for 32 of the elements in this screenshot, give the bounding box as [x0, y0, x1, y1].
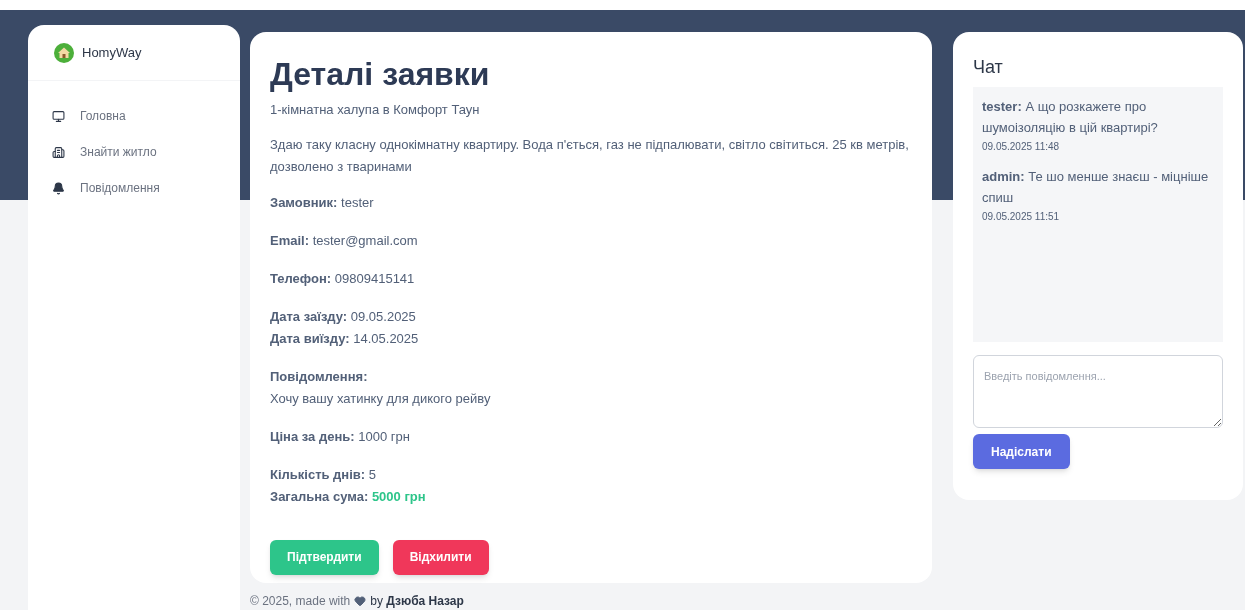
field-row-text: Кількість днів: 5: [270, 465, 377, 484]
message-time: 09.05.2025 11:51: [982, 210, 1061, 224]
bell-icon: [52, 181, 65, 195]
field-row-text: Ціна за день: 1000 грн: [270, 427, 411, 446]
field-value: Хочу вашу хатинку для дикого рейву: [270, 389, 492, 408]
field-row-text: Замовник: tester: [270, 193, 375, 212]
footer-text: © 2025, made with: [250, 593, 351, 610]
field-row-text: Дата виїзду: 14.05.2025: [270, 329, 420, 348]
sidebar-item[interactable]: Головна: [52, 105, 216, 127]
chat-message: tester: А що розкажете про шумоізоляцію в цій квартирі?: [982, 98, 1159, 137]
field-label: Повідомлення:: [270, 367, 369, 386]
sidebar-item[interactable]: Повідомлення: [52, 177, 216, 199]
chat-message: admin: Те шо менше знаєш - міцніше спиш: [982, 168, 1210, 207]
brand-name: HomyWay: [82, 43, 142, 62]
building-icon: [52, 145, 65, 159]
monitor-icon: [52, 109, 65, 123]
field-row-text: Email: tester@gmail.com: [270, 231, 419, 250]
message-time: 09.05.2025 11:48: [982, 140, 1061, 154]
listing-description: Здаю таку класну однокімнатну квартиру. Вода п'ється, газ не підпалювати, світло світиться. 25 кв метрів, дозволено з тваринами: [270, 135, 910, 176]
page-title: Деталі заявки: [270, 55, 491, 94]
message-input[interactable]: Введіть повідомлення...: [973, 355, 1223, 428]
send-button[interactable]: Надіслати: [973, 434, 1070, 469]
heart-icon: [354, 595, 367, 607]
field-row-text: Телефон: 09809415141: [270, 269, 416, 288]
listing-title: 1-кімнатна халупа в Комфорт Таун: [270, 101, 481, 119]
house-logo-icon: [54, 42, 74, 63]
reject-button[interactable]: Відхилити: [392, 539, 489, 575]
sidebar-item[interactable]: Знайти житло: [52, 141, 216, 163]
field-row-text: Загальна сума: 5000 грн: [270, 487, 427, 506]
footer-credit: by Дзюба Назар: [370, 593, 464, 610]
field-row-text: Дата заїзду: 09.05.2025: [270, 307, 417, 326]
chat-title: Чат: [973, 56, 1004, 79]
